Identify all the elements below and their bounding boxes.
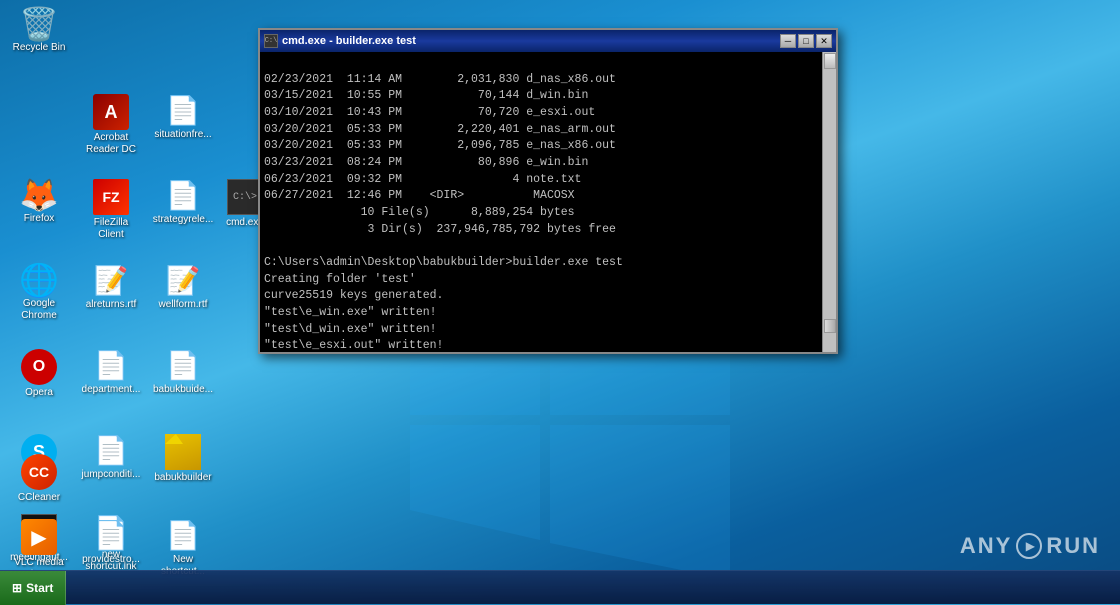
anyrun-text-any: ANY xyxy=(960,533,1012,559)
icon-label-opera: Opera xyxy=(8,387,70,398)
cmd-close-btn[interactable]: ✕ xyxy=(816,34,832,48)
anyrun-watermark: ANY ▶ RUN xyxy=(960,533,1100,559)
icon-providestro[interactable]: 📄 providestro... xyxy=(76,515,146,569)
icon-label-filezilla: FileZilla Client xyxy=(80,217,142,241)
icon-label-wellform: wellform.rtf xyxy=(152,299,214,310)
icon-label-recycle-bin: Recycle Bin xyxy=(8,42,70,54)
icon-chrome[interactable]: 🌐 Google Chrome xyxy=(4,260,74,326)
icon-opera[interactable]: O Opera xyxy=(4,345,74,402)
icon-label-situationfre: situationfre... xyxy=(152,129,214,141)
icon-acrobat[interactable]: A AcrobatReader DC xyxy=(76,90,146,160)
icon-wellform[interactable]: 📝 wellform.rtf xyxy=(148,260,218,314)
cmd-title-text: cmd.exe - builder.exe test xyxy=(282,35,416,47)
icon-jumpconditi[interactable]: 📄 jumpconditi... xyxy=(76,430,146,484)
icon-department[interactable]: 📄 department... xyxy=(76,345,146,399)
icon-ccleaner[interactable]: CC CCleaner xyxy=(4,450,74,507)
icon-label-babukbuide: babukbuide... xyxy=(152,384,214,395)
icon-recycle-bin[interactable]: 🗑️ Recycle Bin xyxy=(4,4,74,58)
anyrun-play-icon: ▶ xyxy=(1016,533,1042,559)
icon-label-jumpconditi: jumpconditi... xyxy=(80,469,142,480)
icon-strategyrele[interactable]: 📄 strategyrele... xyxy=(148,175,218,229)
start-button[interactable]: ⊞ Start xyxy=(0,571,66,605)
icon-alreturns[interactable]: 📝 alreturns.rtf xyxy=(76,260,146,314)
cmd-minimize-btn[interactable]: ─ xyxy=(780,34,796,48)
icon-label-acrobat: AcrobatReader DC xyxy=(80,132,142,156)
icon-label-alreturns: alreturns.rtf xyxy=(80,299,142,310)
icon-label-strategyrele: strategyrele... xyxy=(152,214,214,225)
icon-babukbuide[interactable]: 📄 babukbuide... xyxy=(148,345,218,399)
icon-label-chrome: Google Chrome xyxy=(8,298,70,322)
icon-label-babukbuilder: babukbuilder xyxy=(152,472,214,483)
cmd-window-icon: C:\ xyxy=(264,34,278,48)
icon-firefox[interactable]: 🦊 Firefox xyxy=(4,175,74,228)
icon-label-department: department... xyxy=(80,384,142,395)
anyrun-text-run: RUN xyxy=(1046,533,1100,559)
icon-filezilla[interactable]: FZ FileZilla Client xyxy=(76,175,146,245)
icon-babukbuilder[interactable]: babukbuilder xyxy=(148,430,218,487)
icon-label-ccleaner: CCleaner xyxy=(8,492,70,503)
taskbar: ⊞ Start xyxy=(0,570,1120,604)
cmd-maximize-btn[interactable]: □ xyxy=(798,34,814,48)
icon-situationfre[interactable]: 📄 situationfre... xyxy=(148,90,218,145)
start-label: Start xyxy=(26,581,53,595)
cmd-scroll-thumb[interactable] xyxy=(824,319,836,333)
icon-label-providestro: providestro... xyxy=(80,554,142,565)
cmd-window: C:\ cmd.exe - builder.exe test ─ □ ✕ 02/… xyxy=(258,28,838,354)
cmd-scrollbar[interactable] xyxy=(822,52,836,352)
cmd-titlebar: C:\ cmd.exe - builder.exe test ─ □ ✕ xyxy=(260,30,836,52)
cmd-body: 02/23/2021 11:14 AM 2,031,830 d_nas_x86.… xyxy=(260,52,826,352)
icon-label-firefox: Firefox xyxy=(8,213,70,224)
